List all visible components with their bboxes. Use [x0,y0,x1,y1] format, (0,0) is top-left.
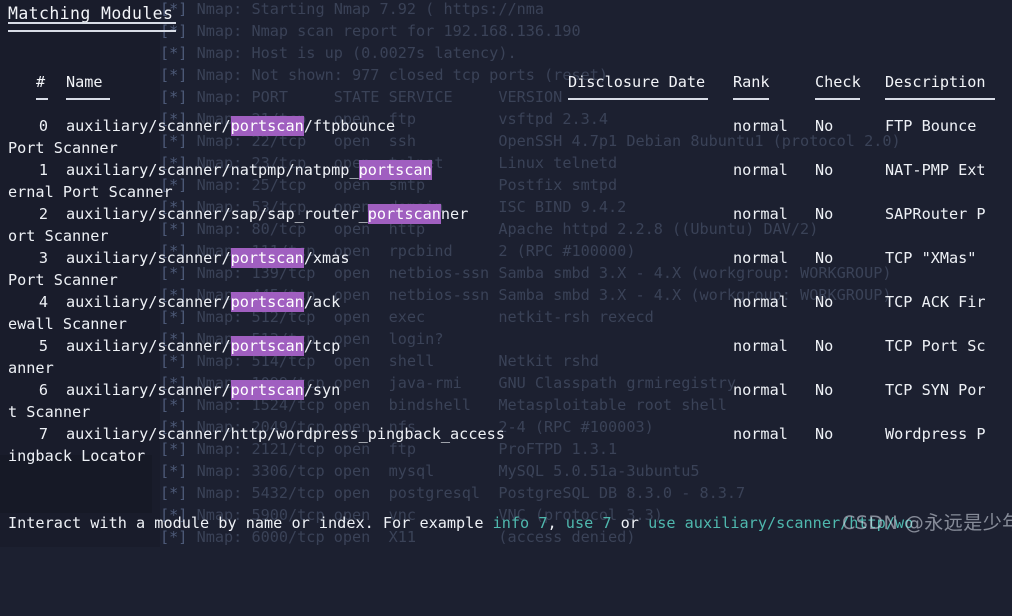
column-header-check: Check [815,73,861,91]
module-description-wrap: Port Scanner [8,139,118,157]
module-name-prefix: auxiliary/scanner/ [66,337,231,355]
module-index[interactable]: 0 [22,115,48,137]
rule-rank [733,98,769,100]
module-index[interactable]: 6 [22,379,48,401]
footer-command-info[interactable]: info 7 [493,514,548,532]
module-check: No [815,249,834,267]
module-description: TCP Port Sc [885,337,986,355]
module-check: No [815,161,834,179]
module-name-prefix: auxiliary/scanner/ [66,117,231,135]
module-name-suffix: /syn [303,381,341,399]
module-name[interactable]: auxiliary/scanner/portscan/ack [66,291,340,313]
module-rank: normal [733,249,788,267]
module-description: Wordpress P [885,425,986,443]
rule-name [66,98,110,100]
rule-index [36,98,48,100]
module-description: SAPRouter P [885,205,986,223]
module-rank: normal [733,425,788,443]
module-name[interactable]: auxiliary/scanner/natpmp/natpmp_portscan [66,159,432,181]
module-name-search-match: portscan [230,380,304,400]
module-name-suffix: /ftpbounce [303,117,396,135]
module-check: No [815,425,834,443]
module-name[interactable]: auxiliary/scanner/http/wordpress_pingbac… [66,423,505,445]
column-header-index: # [36,73,46,91]
footer-command-use-path[interactable]: use auxiliary/scanner/http/wo [648,514,913,532]
column-header-description: Description [885,73,986,91]
module-name-suffix: ner [440,205,469,223]
footer-sep-1: , [547,514,566,532]
module-index[interactable]: 1 [22,159,48,181]
module-check: No [815,337,834,355]
footer-prefix: Interact with a module by name or index.… [8,514,493,532]
module-name[interactable]: auxiliary/scanner/sap/sap_router_portsca… [66,203,468,225]
module-description-wrap: anner [8,359,54,377]
module-name[interactable]: auxiliary/scanner/portscan/syn [66,379,340,401]
column-header-rank: Rank [733,73,770,91]
module-rank: normal [733,205,788,223]
module-name-search-match: portscan [358,160,432,180]
module-name-prefix: auxiliary/scanner/http/wordpress_pingbac… [66,425,505,443]
module-index[interactable]: 7 [22,423,48,445]
module-name-prefix: auxiliary/scanner/ [66,293,231,311]
module-name-prefix: auxiliary/scanner/ [66,381,231,399]
module-description-wrap: ort Scanner [8,227,109,245]
module-name[interactable]: auxiliary/scanner/portscan/ftpbounce [66,115,395,137]
module-index[interactable]: 2 [22,203,48,225]
module-name-search-match: portscan [230,116,304,136]
module-name-search-match: portscan [230,292,304,312]
module-name[interactable]: auxiliary/scanner/portscan/xmas [66,247,349,269]
module-index[interactable]: 4 [22,291,48,313]
module-rank: normal [733,381,788,399]
footer-command-use-index[interactable]: use 7 [566,514,612,532]
module-description-wrap: t Scanner [8,403,91,421]
rule-description [885,98,995,100]
module-name-search-match: portscan [230,336,304,356]
module-name-prefix: auxiliary/scanner/natpmp/natpmp_ [66,161,359,179]
column-header-disclosure: Disclosure Date [568,73,706,91]
module-name-search-match: portscan [230,248,304,268]
footer-sep-2: or [611,514,649,532]
rule-check [815,98,860,100]
module-rank: normal [733,117,788,135]
module-rank: normal [733,161,788,179]
module-check: No [815,117,834,135]
module-description: NAT-PMP Ext [885,161,986,179]
module-rank: normal [733,337,788,355]
module-name-suffix: /xmas [303,249,350,267]
module-description: TCP "XMas" [885,249,977,267]
module-name-prefix: auxiliary/scanner/sap/sap_router_ [66,205,368,223]
module-check: No [815,205,834,223]
matching-modules-panel: Matching Modules # Name Disclosure Date … [0,0,1012,616]
module-description-wrap: ewall Scanner [8,315,127,333]
page-title-underline [8,22,176,32]
module-check: No [815,293,834,311]
module-index[interactable]: 3 [22,247,48,269]
rule-disclosure [568,98,708,100]
module-name-prefix: auxiliary/scanner/ [66,249,231,267]
module-description: TCP SYN Por [885,381,986,399]
column-header-name: Name [66,73,103,91]
module-description: TCP ACK Fir [885,293,986,311]
module-name-suffix: /tcp [303,337,341,355]
module-description-wrap: ernal Port Scanner [8,183,173,201]
module-description: FTP Bounce [885,117,977,135]
footer-hint: Interact with a module by name or index.… [8,512,913,534]
module-name-suffix: /ack [303,293,341,311]
module-name-search-match: portscan [367,204,441,224]
module-index[interactable]: 5 [22,335,48,357]
module-description-wrap: ingback Locator [8,447,146,465]
module-description-wrap: Port Scanner [8,271,118,289]
module-check: No [815,381,834,399]
module-rank: normal [733,293,788,311]
module-name[interactable]: auxiliary/scanner/portscan/tcp [66,335,340,357]
